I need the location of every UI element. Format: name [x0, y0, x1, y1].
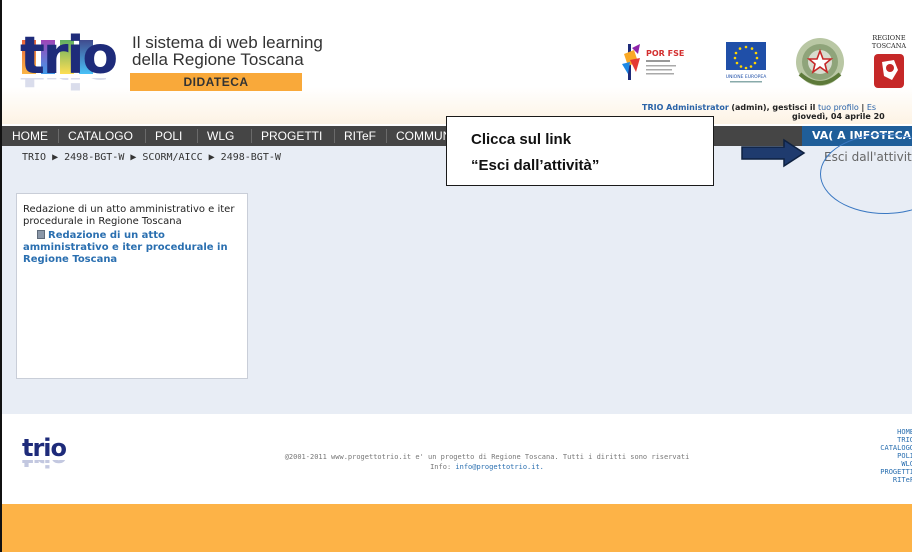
eu-flag-logo: UNIONE EUROPEA: [726, 42, 768, 83]
user-name: TRIO Administrator: [642, 103, 729, 112]
logo-wordmark: trio: [20, 26, 118, 86]
activity-link[interactable]: Redazione di un atto amministrativo e it…: [23, 230, 247, 266]
nav-poli[interactable]: POLI: [155, 126, 182, 146]
pointer-arrow-icon: [741, 138, 806, 168]
nav-separator: [334, 129, 335, 143]
profile-link[interactable]: tuo profilo: [818, 103, 859, 112]
info-label: Info:: [430, 463, 452, 471]
italian-republic-emblem: [796, 38, 844, 86]
footer-logo-wordmark: trio: [22, 434, 67, 462]
site-tagline: Il sistema di web learning della Regione…: [132, 34, 323, 68]
current-date: giovedì, 04 aprile 20: [792, 112, 885, 121]
footer-link-ritef[interactable]: RITeF: [860, 476, 912, 484]
footer-logo-reflection: trio: [22, 460, 66, 470]
activity-panel: Redazione di un atto amministrativo e it…: [16, 193, 248, 379]
section-badge: DIDATECA: [130, 73, 302, 91]
svg-text:POR FSE: POR FSE: [646, 49, 684, 58]
footer-link-home[interactable]: HOME: [860, 428, 912, 436]
svg-text:UNIONE EUROPEA: UNIONE EUROPEA: [726, 74, 768, 80]
regione-toscana-logo: REGIONE TOSCANA: [872, 34, 906, 88]
copyright-text: @2001-2011 www.progettotrio.it e' un pro…: [202, 452, 772, 472]
tagline-line-2: della Regione Toscana: [132, 50, 304, 69]
nav-ritef[interactable]: RITeF: [344, 126, 376, 146]
footer-link-progetti[interactable]: PROGETTI: [860, 468, 912, 476]
panel-title: Redazione di un atto amministrativo e it…: [23, 204, 235, 227]
document-icon: [37, 230, 45, 239]
svg-text:TOSCANA: TOSCANA: [872, 42, 906, 50]
nav-catalogo[interactable]: CATALOGO: [68, 126, 133, 146]
user-info-line: TRIO Administrator (admin), gestisci il …: [642, 103, 912, 112]
trio-logo[interactable]: trio trio: [20, 30, 118, 94]
footer-links: HOME TRIO CATALOGO POLI WLG PROGETTI RIT…: [860, 428, 912, 484]
nav-separator: [251, 129, 252, 143]
user-info-separator: |: [861, 103, 865, 112]
footer-trio-logo[interactable]: trio trio: [22, 434, 67, 476]
nav-separator: [386, 129, 387, 143]
user-role: (admin), gestisci il: [731, 103, 816, 112]
nav-wlg[interactable]: WLG: [207, 126, 234, 146]
footer-link-catalogo[interactable]: CATALOGO: [860, 444, 912, 452]
footer-link-wlg[interactable]: WLG: [860, 460, 912, 468]
nav-separator: [145, 129, 146, 143]
site-header: trio trio Il sistema di web learning del…: [2, 0, 912, 124]
logout-link[interactable]: Es: [867, 103, 876, 112]
info-line: Info: info@progettotrio.it.: [202, 462, 772, 472]
nav-separator: [197, 129, 198, 143]
por-fse-logo: POR FSE: [622, 44, 684, 80]
tagline-line-1: Il sistema di web learning: [132, 33, 323, 52]
browser-page: trio trio Il sistema di web learning del…: [0, 0, 912, 552]
footer-link-trio[interactable]: TRIO: [860, 436, 912, 444]
nav-community[interactable]: COMMUN: [396, 126, 451, 146]
activity-link-label: Redazione di un atto amministrativo e it…: [23, 230, 228, 265]
nav-home[interactable]: HOME: [12, 126, 48, 146]
callout-line-2: “Esci dall’attività”: [471, 157, 600, 174]
callout-line-1: Clicca sul link: [471, 131, 572, 148]
nav-progetti[interactable]: PROGETTI: [261, 126, 322, 146]
nav-separator: [58, 129, 59, 143]
info-email-link[interactable]: info@progettotrio.it.: [455, 463, 544, 471]
instruction-callout: Clicca sul link “Esci dall’attività”: [446, 116, 714, 186]
copyright-line: @2001-2011 www.progettotrio.it e' un pro…: [284, 453, 690, 461]
footer-link-poli[interactable]: POLI: [860, 452, 912, 460]
breadcrumb[interactable]: TRIO ▶ 2498-BGT-W ▶ SCORM/AICC ▶ 2498-BG…: [22, 152, 281, 163]
svg-text:REGIONE: REGIONE: [872, 34, 905, 42]
logo-reflection: trio: [20, 78, 106, 94]
footer-orange-band: [2, 504, 912, 552]
